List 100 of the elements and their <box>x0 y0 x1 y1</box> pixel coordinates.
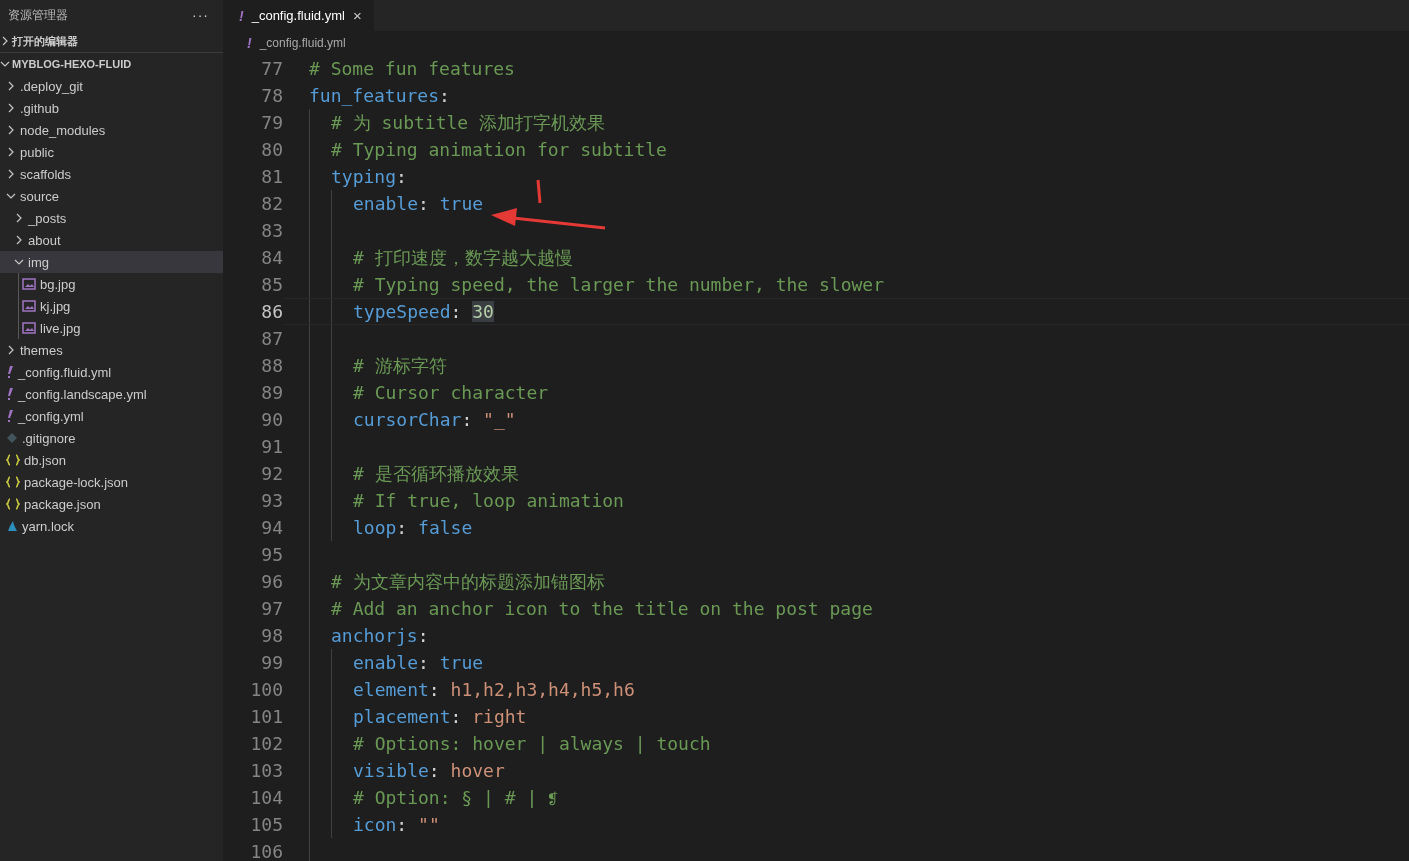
chevron-right-icon <box>6 125 16 135</box>
tree-item[interactable]: img <box>0 251 223 273</box>
code-token: # Typing animation for subtitle <box>331 139 667 160</box>
tree-item[interactable]: kj.jpg <box>0 295 223 317</box>
tree-item[interactable]: source <box>0 185 223 207</box>
code-token: # Option: § | # | ❡ <box>353 787 559 808</box>
line-number: 81 <box>260 166 283 187</box>
tree-item[interactable]: _posts <box>0 207 223 229</box>
tree-item[interactable]: scaffolds <box>0 163 223 185</box>
code-token: typing <box>331 166 397 187</box>
tree-item[interactable]: .gitignore <box>0 427 223 449</box>
tree-item[interactable]: public <box>0 141 223 163</box>
code-token: : <box>396 166 407 187</box>
code-token: : <box>396 814 409 835</box>
chevron-right-icon <box>6 345 16 355</box>
braces-icon <box>6 454 20 466</box>
line-number: 104 <box>249 787 283 808</box>
code-token: fun_features <box>309 85 440 106</box>
code-token: : <box>418 652 430 673</box>
line-number: 99 <box>260 652 283 673</box>
chevron-right-icon <box>0 36 10 46</box>
tree-item[interactable]: bg.jpg <box>0 273 223 295</box>
line-number: 96 <box>260 571 283 592</box>
line-number: 83 <box>260 220 283 241</box>
tree-item[interactable]: yarn.lock <box>0 515 223 537</box>
line-number: 95 <box>260 544 283 565</box>
section-header[interactable]: MYBLOG-HEXO-FLUID <box>0 53 223 75</box>
line-number: 88 <box>260 355 283 376</box>
image-file-icon <box>22 300 36 312</box>
code-token: : <box>450 301 463 322</box>
line-number: 103 <box>249 760 283 781</box>
chevron-right-icon <box>14 213 24 223</box>
tree-item[interactable]: db.json <box>0 449 223 471</box>
diamond-icon <box>6 432 18 444</box>
tree-item[interactable]: .github <box>0 97 223 119</box>
tree-item[interactable]: about <box>0 229 223 251</box>
editor-tab[interactable]: ! _config.fluid.yml × <box>223 0 374 31</box>
line-number: 85 <box>260 274 283 295</box>
code-token: icon <box>353 814 397 835</box>
code-token: visible <box>353 760 429 781</box>
code-token: # Add an anchor icon to the title on the post page <box>331 598 873 619</box>
tree-item[interactable]: package-lock.json <box>0 471 223 493</box>
code-token: : <box>461 409 474 430</box>
code-token: # 打印速度，数字越大越慢 <box>353 245 573 270</box>
line-number: 90 <box>260 409 283 430</box>
code-token: : <box>428 679 441 700</box>
close-icon[interactable]: × <box>352 7 362 24</box>
line-number: 91 <box>260 436 283 457</box>
line-number: 77 <box>260 58 283 79</box>
code-token: # 是否循环播放效果 <box>353 461 519 486</box>
code-token: hover <box>450 760 505 781</box>
tree-item[interactable]: .deploy_git <box>0 75 223 97</box>
chevron-down-icon <box>14 257 24 267</box>
chevron-right-icon <box>6 81 16 91</box>
code-token: : <box>418 193 430 214</box>
tree-item[interactable]: node_modules <box>0 119 223 141</box>
line-number: 89 <box>260 382 283 403</box>
braces-icon <box>6 476 20 488</box>
exclamation-icon <box>6 387 14 401</box>
code-token: # Some fun features <box>309 58 515 79</box>
tree-item[interactable]: themes <box>0 339 223 361</box>
annotation-mark <box>536 179 542 204</box>
code-token: # 为文章内容中的标题添加锚图标 <box>331 569 605 594</box>
chevron-down-icon <box>6 191 16 201</box>
tree-item[interactable]: _config.fluid.yml <box>0 361 223 383</box>
code-token: # 游标字符 <box>353 353 447 378</box>
code-token: anchorjs <box>331 625 418 646</box>
tree-item[interactable]: live.jpg <box>0 317 223 339</box>
code-token: enable <box>353 193 419 214</box>
code-token: : <box>428 760 441 781</box>
image-file-icon <box>22 322 36 334</box>
code-token: 30 <box>472 301 494 322</box>
code-token: # Cursor character <box>353 382 549 403</box>
tree-item[interactable]: package.json <box>0 493 223 515</box>
exclamation-icon <box>6 365 14 379</box>
code-token: cursorChar <box>353 409 462 430</box>
code-token: # Options: hover | always | touch <box>353 733 711 754</box>
code-token: : <box>450 706 463 727</box>
braces-icon <box>6 498 20 510</box>
section-header[interactable]: 打开的编辑器 <box>0 30 223 53</box>
line-number: 86 <box>260 301 283 322</box>
line-number: 79 <box>260 112 283 133</box>
line-number: 102 <box>249 733 283 754</box>
code-token: # Typing speed, the larger the number, the slower <box>353 274 884 295</box>
line-number: 92 <box>260 463 283 484</box>
code-token: # If true, loop animation <box>353 490 624 511</box>
chevron-right-icon <box>6 103 16 113</box>
chevron-right-icon <box>6 169 16 179</box>
line-number: 80 <box>260 139 283 160</box>
more-button[interactable]: ··· <box>192 7 209 23</box>
line-number: 97 <box>260 598 283 619</box>
code-token: : <box>439 85 450 106</box>
line-number: 94 <box>260 517 283 538</box>
breadcrumb[interactable]: _config.fluid.yml <box>259 35 346 50</box>
code-token: true <box>439 652 484 673</box>
line-number: 98 <box>260 625 283 646</box>
tree-item[interactable]: _config.landscape.yml <box>0 383 223 405</box>
chevron-right-icon <box>14 235 24 245</box>
tree-item[interactable]: _config.yml <box>0 405 223 427</box>
line-number: 82 <box>260 193 283 214</box>
